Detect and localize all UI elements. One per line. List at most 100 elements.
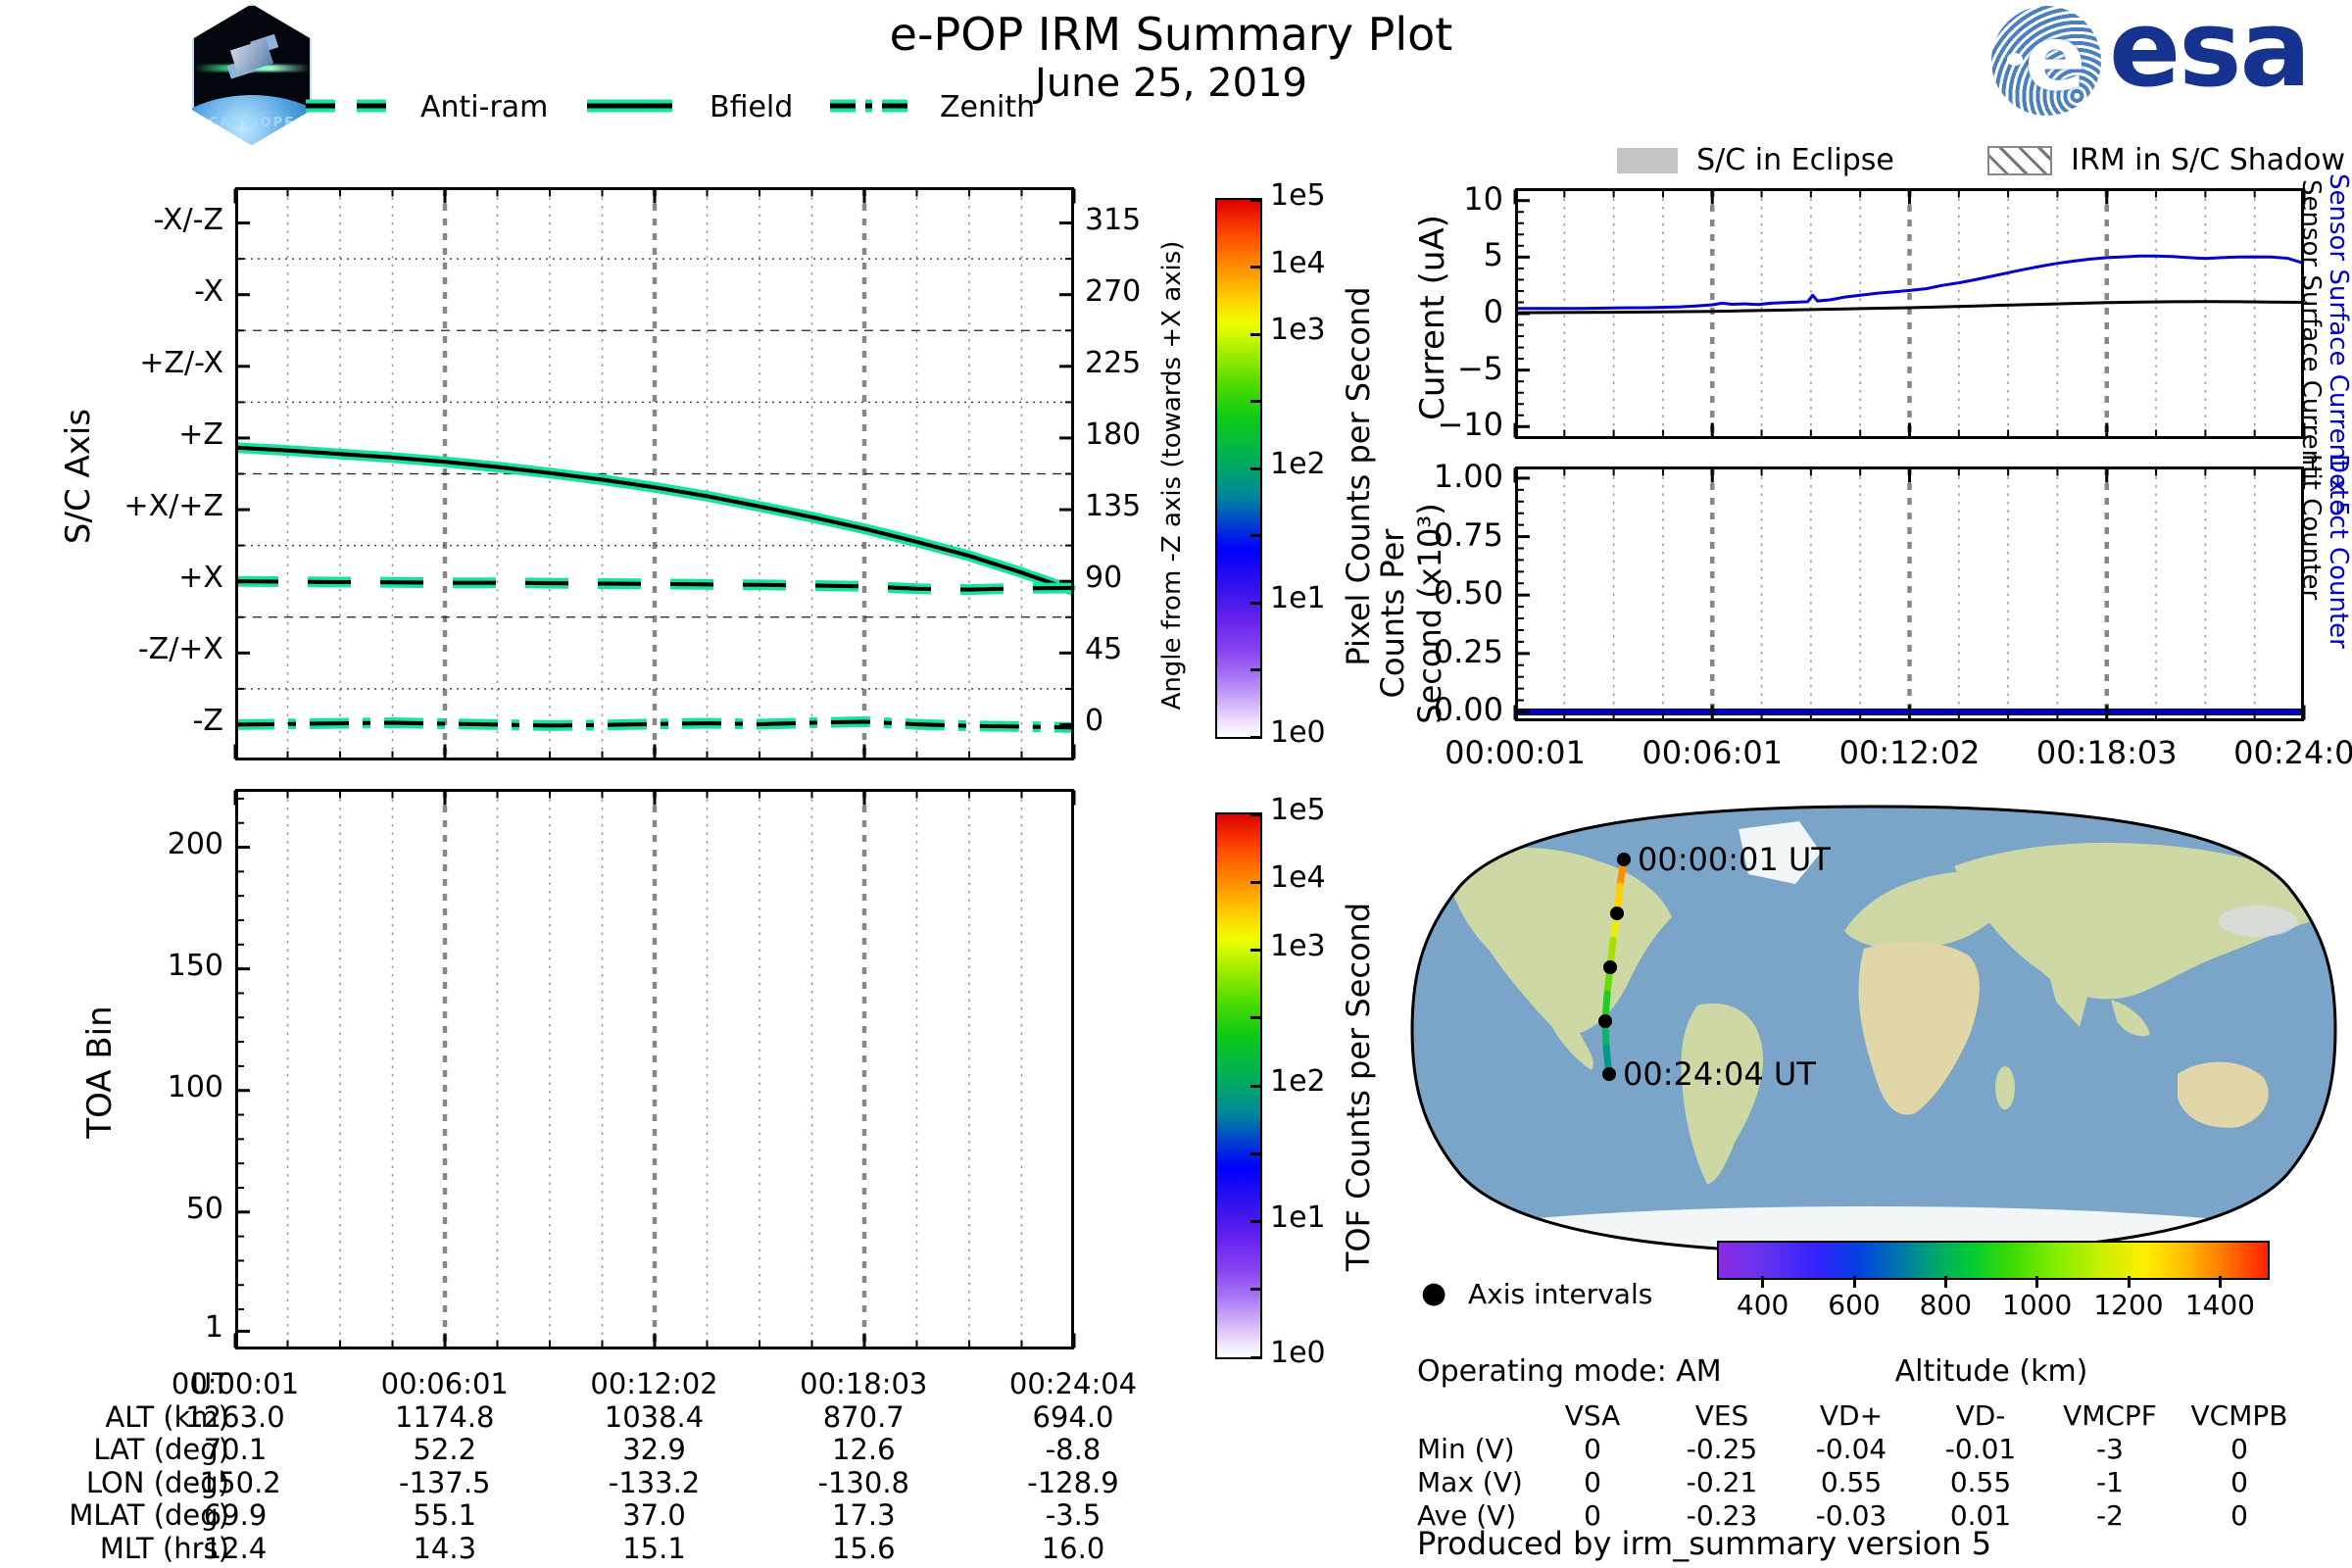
altitude-tick xyxy=(2035,1276,2039,1288)
current-ytick-label: −5 xyxy=(1456,349,1503,387)
voltage-col-header: VES xyxy=(1694,1399,1749,1432)
angle-ytick-label: 180 xyxy=(1085,416,1142,452)
toa-ytick-label: 1 xyxy=(204,1310,223,1346)
voltage-col-header: VD- xyxy=(1955,1399,2006,1432)
colorbar-tick xyxy=(1250,1220,1262,1223)
sc-axis-ytick-label: +Z/-X xyxy=(139,345,223,380)
ephemeris-cell: -3.5 xyxy=(1045,1498,1102,1532)
track-end-label: 00:24:04 UT xyxy=(1623,1055,1816,1093)
altitude-tick-label: 1400 xyxy=(2184,1289,2255,1321)
voltage-cell: 0 xyxy=(1584,1466,1601,1498)
altitude-tick xyxy=(2218,1276,2222,1288)
operating-mode: Operating mode: AM xyxy=(1417,1354,1722,1389)
esa-globe-icon: e xyxy=(1991,6,2101,116)
ephemeris-cell: 00:24:04 xyxy=(1008,1367,1138,1400)
voltage-cell: -0.01 xyxy=(1944,1433,2017,1465)
tof-cb-tick-label: 1e1 xyxy=(1270,1200,1326,1235)
ephemeris-cell: -8.8 xyxy=(1045,1433,1102,1466)
voltage-cell: 0.55 xyxy=(1949,1466,2012,1498)
voltage-cell: -0.25 xyxy=(1686,1433,1758,1465)
ephemeris-cell: 55.1 xyxy=(413,1498,477,1532)
colorbar-tick xyxy=(1250,812,1262,816)
axis-intervals-label: Axis intervals xyxy=(1468,1278,1653,1310)
ephemeris-cell: 16.0 xyxy=(1041,1531,1105,1565)
angle-ytick-label: 90 xyxy=(1085,561,1123,596)
eclipse-swatch xyxy=(1617,147,1678,173)
ephemeris-cell: 15.6 xyxy=(831,1531,896,1565)
voltage-cell: 0.01 xyxy=(1949,1499,2012,1532)
voltage-cell: 0 xyxy=(2230,1466,2248,1498)
voltage-cell: -3 xyxy=(2096,1433,2124,1465)
anti-ram-legend-line xyxy=(306,99,391,113)
tof-cb-tick-label: 1e4 xyxy=(1270,860,1326,896)
sc-axis-ytick-label: +Z xyxy=(178,416,223,452)
page-title: e-POP IRM Summary Plot xyxy=(889,8,1453,61)
tof-cb-tick-label: 1e0 xyxy=(1270,1336,1326,1370)
current-chart xyxy=(1513,188,2306,439)
ephemeris-cell: 70.1 xyxy=(203,1433,268,1466)
voltage-row-label: Ave (V) xyxy=(1417,1499,1517,1532)
tof-cb-tick-label: 1e3 xyxy=(1270,928,1326,963)
colorbar-tick xyxy=(1250,332,1262,336)
tof-cb-tick-label: 1e2 xyxy=(1270,1064,1326,1099)
angle-ytick-label: 45 xyxy=(1085,632,1123,667)
altitude-tick xyxy=(2127,1276,2131,1288)
voltage-row-label: Max (V) xyxy=(1417,1466,1523,1498)
altitude-tick xyxy=(1761,1276,1765,1288)
voltage-cell: 0 xyxy=(2230,1433,2248,1465)
counts-ytick-label: 0.25 xyxy=(1433,632,1503,670)
sc-axis-ytick-label: +X xyxy=(178,561,223,596)
ephemeris-cell: 12.6 xyxy=(831,1433,896,1466)
zenith-legend-line xyxy=(830,99,915,113)
ephemeris-cell: -137.5 xyxy=(399,1465,491,1499)
pixel-cb-tick-label: 1e5 xyxy=(1270,178,1326,213)
toa-ytick-label: 50 xyxy=(185,1191,223,1226)
right-xtick-label: 00:12:02 xyxy=(1838,734,1981,771)
voltage-cell: -0.23 xyxy=(1686,1499,1758,1532)
tof-counts-colorbar xyxy=(1215,812,1262,1359)
shadow-label: IRM in S/C Shadow xyxy=(2071,143,2346,177)
sc-axis-ytick-label: -Z/+X xyxy=(137,632,223,667)
colorbar-tick xyxy=(1250,266,1262,269)
anti-ram-legend-label: Anti-ram xyxy=(420,90,549,124)
sc-axis-chart xyxy=(233,187,1076,760)
altitude-tick xyxy=(1852,1276,1856,1288)
colorbar-tick xyxy=(1250,534,1262,537)
shadow-swatch xyxy=(1986,145,2052,175)
voltage-col-header: VCMPB xyxy=(2190,1399,2288,1432)
esa-logo-text: esa xyxy=(2109,0,2311,111)
ephemeris-cell: 1038.4 xyxy=(604,1399,705,1434)
ephemeris-cell: -150.2 xyxy=(189,1465,281,1499)
summary-plot-page: CASSIOPE e-POP IRM Summary Plot June 25,… xyxy=(0,0,2352,1568)
counts-ytick-label: 0.75 xyxy=(1433,515,1503,554)
bfield-legend-line xyxy=(587,99,672,113)
ephemeris-cell: 69.9 xyxy=(203,1498,268,1532)
voltage-cell: -0.21 xyxy=(1686,1466,1758,1498)
ephemeris-cell: 1263.0 xyxy=(185,1399,285,1434)
colorbar-tick xyxy=(1250,949,1262,952)
toa-ytick-label: 200 xyxy=(167,826,223,861)
ephemeris-cell: 00:06:01 xyxy=(380,1367,509,1400)
ephemeris-cell: 52.2 xyxy=(413,1433,477,1466)
right-xtick-label: 00:18:03 xyxy=(2035,734,2178,771)
voltage-cell: 0.55 xyxy=(1820,1466,1883,1498)
altitude-tick xyxy=(1943,1276,1947,1288)
pixel-cb-tick-label: 1e0 xyxy=(1270,715,1326,750)
colorbar-tick xyxy=(1250,880,1262,884)
voltage-cell: 0 xyxy=(2230,1499,2248,1532)
pixel-counts-colorbar xyxy=(1215,198,1262,739)
colorbar-tick xyxy=(1250,601,1262,605)
colorbar-tick xyxy=(1250,735,1262,739)
colorbar-tick xyxy=(1250,466,1262,470)
voltage-col-header: VD+ xyxy=(1819,1399,1884,1432)
track-start-label: 00:00:01 UT xyxy=(1638,841,1831,878)
ephemeris-cell: 00:12:02 xyxy=(590,1367,718,1400)
esa-e-glyph: e xyxy=(2025,6,2086,111)
sc-axis-legend: Anti-ram Bfield Zenith xyxy=(294,88,1078,127)
current-ytick-label: 10 xyxy=(1463,179,1503,218)
eclipse-label: S/C in Eclipse xyxy=(1696,143,1894,177)
colorbar-tick xyxy=(1250,1152,1262,1155)
voltage-cell: 0 xyxy=(1584,1499,1601,1532)
detect-counter-label: Detect Counter xyxy=(2324,454,2352,649)
bfield-legend-label: Bfield xyxy=(710,90,794,124)
